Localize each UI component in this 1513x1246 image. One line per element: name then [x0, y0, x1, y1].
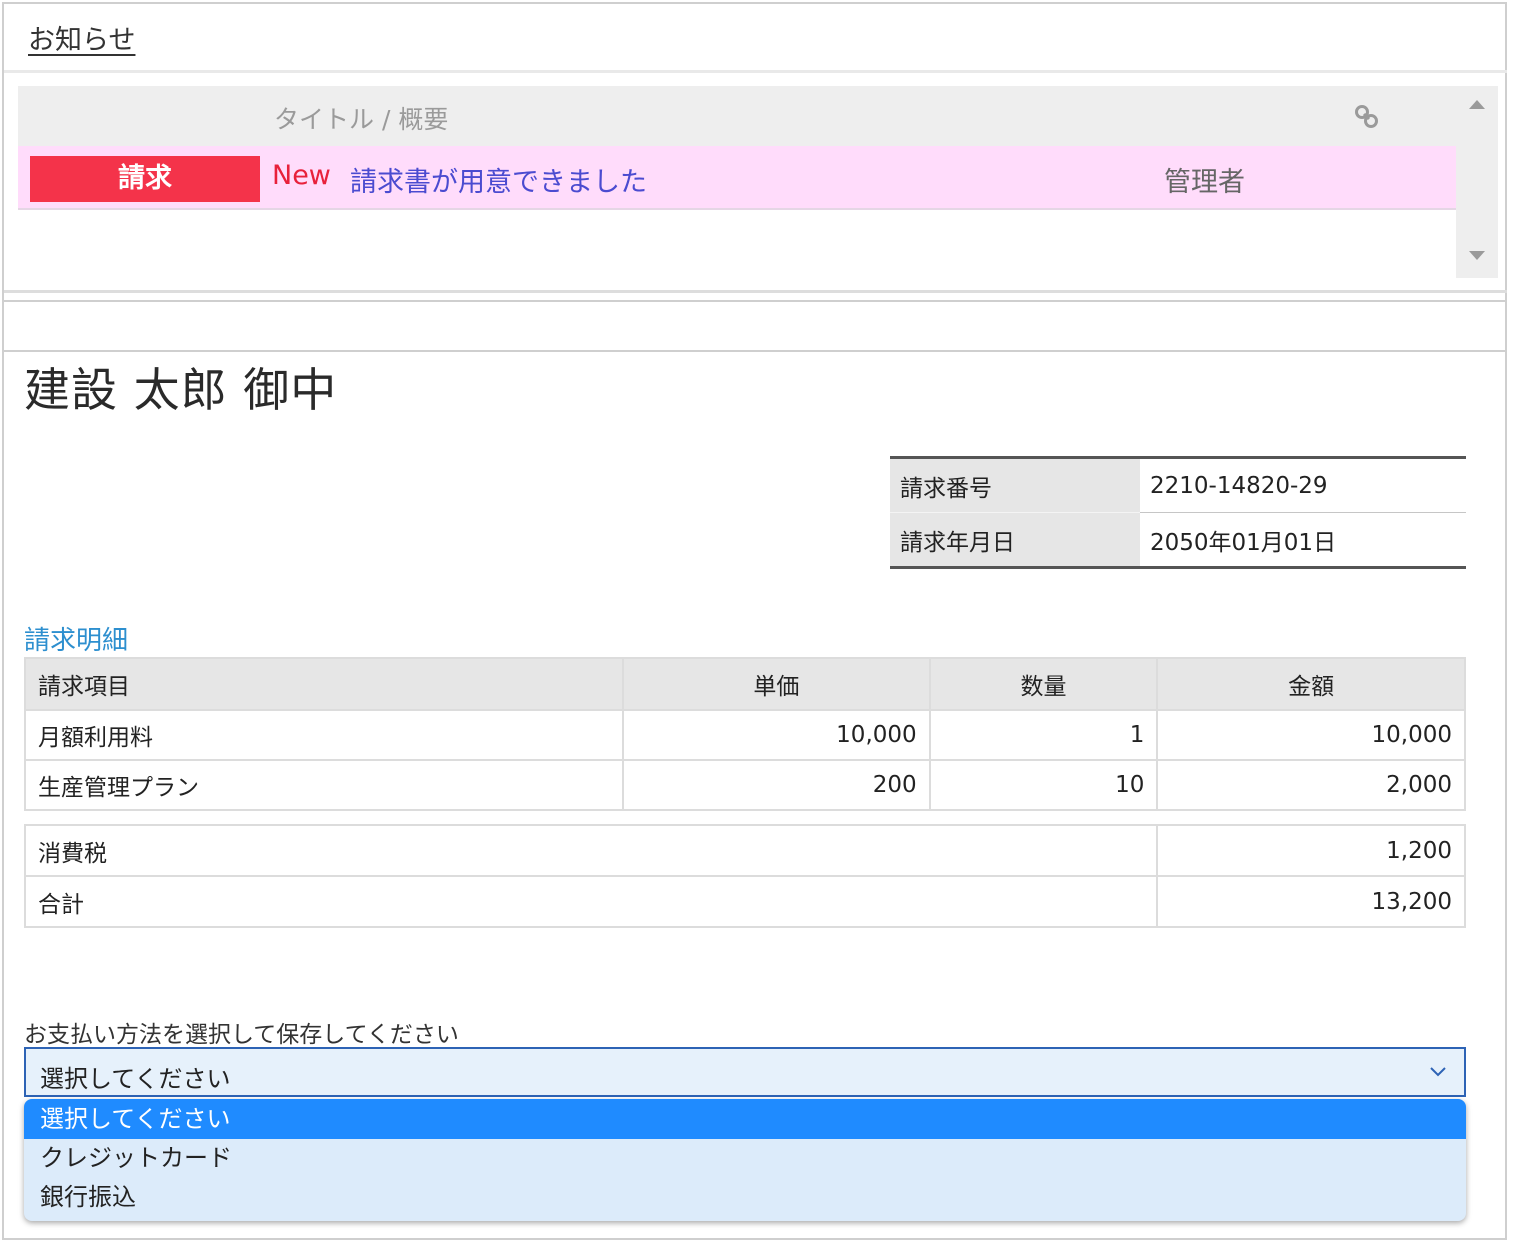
- invoice-totals-table: 消費税 1,200 合計 13,200: [24, 824, 1466, 928]
- select-value: 選択してください: [40, 1065, 231, 1093]
- divider: [4, 290, 1507, 293]
- meta-row: 請求年月日 2050年01月01日: [890, 512, 1466, 568]
- scroll-up-arrow-icon[interactable]: [1469, 100, 1485, 109]
- divider: [4, 350, 1507, 352]
- invoice-number-label: 請求番号: [890, 457, 1140, 513]
- divider: [4, 70, 1507, 73]
- total-row: 合計 13,200: [24, 875, 1466, 928]
- option-placeholder[interactable]: 選択してください: [24, 1099, 1466, 1139]
- notice-list: タイトル / 概要 請求 New 請求書が用意できました 管理者: [18, 86, 1456, 278]
- cell-quantity: 1: [928, 709, 1159, 761]
- grand-total-label: 合計: [24, 875, 1158, 928]
- cell-quantity: 10: [928, 759, 1159, 811]
- notice-author: 管理者: [1164, 167, 1245, 198]
- invoice-number-value: 2210-14820-29: [1150, 472, 1328, 499]
- total-row: 消費税 1,200: [24, 824, 1466, 877]
- notice-heading[interactable]: お知らせ: [28, 18, 135, 57]
- table-row: 月額利用料 10,000 1 10,000: [23, 709, 1466, 761]
- notice-title-link[interactable]: 請求書が用意できました: [350, 160, 647, 199]
- column-title-header: タイトル / 概要: [274, 105, 449, 134]
- option-bank-transfer[interactable]: 銀行振込: [24, 1178, 1466, 1217]
- section-title: 請求明細: [24, 626, 129, 656]
- payment-method-dropdown: 選択してください クレジットカード 銀行振込: [24, 1099, 1466, 1221]
- column-header-amount: 金額: [1156, 657, 1466, 711]
- cell-unit-price: 200: [622, 759, 931, 811]
- column-header-unit-price: 単価: [622, 657, 931, 711]
- recipient-name: 建設 太郎 御中: [24, 363, 338, 417]
- cell-unit-price: 10,000: [622, 709, 931, 761]
- grand-total-value: 13,200: [1156, 875, 1466, 928]
- payment-method-label: お支払い方法を選択して保存してください: [24, 1022, 459, 1048]
- tax-label: 消費税: [24, 824, 1158, 877]
- table-row: 生産管理プラン 200 10 2,000: [23, 759, 1466, 811]
- option-credit-card[interactable]: クレジットカード: [24, 1139, 1466, 1178]
- column-header-item: 請求項目: [23, 657, 625, 711]
- invoice-meta-table: 請求番号 2210-14820-29 請求年月日 2050年01月01日: [890, 456, 1466, 569]
- notice-scrollbar[interactable]: [1456, 86, 1498, 278]
- divider: [4, 300, 1507, 302]
- cell-item: 生産管理プラン: [23, 759, 625, 811]
- meta-row: 請求番号 2210-14820-29: [890, 457, 1466, 513]
- cell-amount: 2,000: [1156, 759, 1466, 811]
- chevron-down-icon: [1430, 1067, 1446, 1077]
- notice-row[interactable]: 請求 New 請求書が用意できました 管理者: [18, 146, 1456, 210]
- scroll-down-arrow-icon[interactable]: [1469, 251, 1485, 260]
- cell-item: 月額利用料: [23, 709, 625, 761]
- cell-amount: 10,000: [1156, 709, 1466, 761]
- category-badge: 請求: [30, 156, 260, 202]
- column-header-quantity: 数量: [928, 657, 1159, 711]
- invoice-items-table: 請求項目 単価 数量 金額 月額利用料 10,000 1 10,000 生産管理…: [23, 657, 1466, 811]
- invoice-date-label: 請求年月日: [890, 512, 1140, 568]
- link-icon: [1355, 105, 1378, 128]
- payment-method-select[interactable]: 選択してください: [24, 1047, 1466, 1097]
- table-header-row: 請求項目 単価 数量 金額: [23, 657, 1466, 711]
- tax-value: 1,200: [1156, 824, 1466, 877]
- new-label: New: [272, 160, 331, 191]
- notice-list-header: タイトル / 概要: [18, 86, 1456, 146]
- invoice-date-value: 2050年01月01日: [1140, 512, 1466, 568]
